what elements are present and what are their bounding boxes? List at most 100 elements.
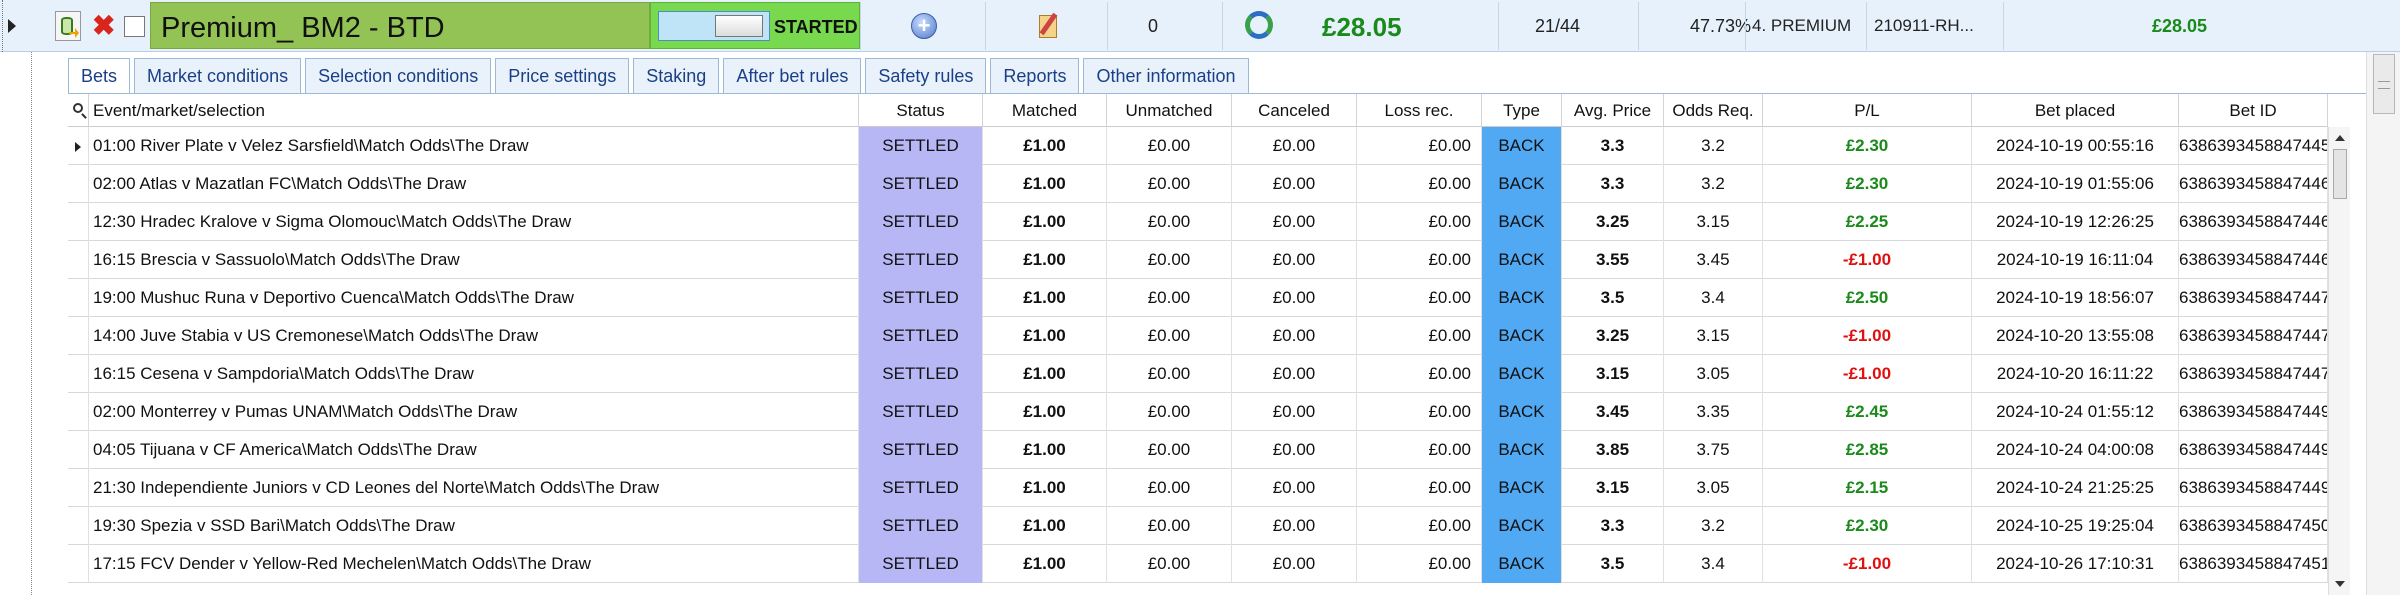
search-icon[interactable] [73,103,83,113]
table-row[interactable]: 01:00 River Plate v Velez Sarsfield\Matc… [68,127,2328,165]
header-status[interactable]: Status [859,94,983,127]
add-icon[interactable]: + [911,13,937,39]
cell-status: SETTLED [859,317,983,355]
cell-bet-id: 638639345884744675 [2179,241,2328,279]
table-row[interactable]: 19:00 Mushuc Runa v Deportivo Cuenca\Mat… [68,279,2328,317]
page-scroll-thumb[interactable] [2373,54,2395,114]
cell-matched: £1.00 [983,241,1107,279]
cell-odds-req: 3.4 [1664,279,1763,317]
tab-price-settings[interactable]: Price settings [495,58,630,94]
table-row[interactable]: 12:30 Hradec Kralove v Sigma Olomouc\Mat… [68,203,2328,241]
table-row[interactable]: 16:15 Cesena v Sampdoria\Match Odds\The … [68,355,2328,393]
cell-bet-placed: 2024-10-24 04:00:08 [1972,431,2179,469]
cell-pl: £2.30 [1763,127,1972,165]
divider [985,2,986,50]
cell-odds-req: 3.05 [1664,469,1763,507]
tab-bets[interactable]: Bets [68,58,131,94]
cell-pl: £2.15 [1763,469,1972,507]
toggle-knob[interactable] [715,15,763,37]
strategy-row[interactable]: ✖ Premium_ BM2 - BTD STARTED + 0 £28.05 … [0,0,2400,52]
cell-avg-price: 3.3 [1562,507,1664,545]
cell-type: BACK [1482,317,1562,355]
cell-matched: £1.00 [983,355,1107,393]
strategy-status-cell[interactable]: STARTED [650,2,860,49]
header-canceled[interactable]: Canceled [1232,94,1357,127]
table-row[interactable]: 21:30 Independiente Juniors v CD Leones … [68,469,2328,507]
cell-loss-rec: £0.00 [1357,241,1482,279]
cell-loss-rec: £0.00 [1357,317,1482,355]
cell-pl: -£1.00 [1763,355,1972,393]
select-checkbox[interactable] [124,16,145,37]
tab-after-bet-rules[interactable]: After bet rules [723,58,862,94]
strategy-profit: £28.05 [1322,12,1402,42]
table-row[interactable]: 04:05 Tijuana v CF America\Match Odds\Th… [68,431,2328,469]
cell-type: BACK [1482,355,1562,393]
tab-other-information[interactable]: Other information [1083,58,1249,94]
header-avg-price[interactable]: Avg. Price [1562,94,1664,127]
tab-reports[interactable]: Reports [990,58,1080,94]
cell-avg-price: 3.3 [1562,127,1664,165]
cell-avg-price: 3.3 [1562,165,1664,203]
cell-bet-placed: 2024-10-24 21:25:25 [1972,469,2179,507]
page-scrollbar[interactable] [2366,52,2400,595]
header-type[interactable]: Type [1482,94,1562,127]
table-row[interactable]: 02:00 Atlas v Mazatlan FC\Match Odds\The… [68,165,2328,203]
database-export-icon[interactable] [55,11,81,41]
divider [1866,2,1867,50]
header-bet-placed[interactable]: Bet placed [1972,94,2179,127]
cell-type: BACK [1482,279,1562,317]
cell-loss-rec: £0.00 [1357,545,1482,583]
cell-canceled: £0.00 [1232,203,1357,241]
cell-canceled: £0.00 [1232,469,1357,507]
expand-arrow-icon[interactable] [8,19,16,33]
delete-icon[interactable]: ✖ [92,12,115,40]
row-indicator [68,355,89,393]
table-row[interactable]: 17:15 FCV Dender v Yellow-Red Mechelen\M… [68,545,2328,583]
tab-staking[interactable]: Staking [633,58,720,94]
header-event[interactable]: Event/market/selection [89,94,859,127]
tab-safety-rules[interactable]: Safety rules [865,58,987,94]
cell-odds-req: 3.15 [1664,203,1763,241]
header-search-cell[interactable] [68,94,89,127]
strategy-name-cell[interactable]: Premium_ BM2 - BTD [150,2,650,49]
row-drag-handle[interactable] [0,0,3,52]
current-row-arrow-icon [75,141,81,152]
cell-event: 16:15 Brescia v Sassuolo\Match Odds\The … [89,241,859,279]
refresh-icon[interactable] [1245,11,1273,39]
cell-matched: £1.00 [983,431,1107,469]
cell-bet-id: 638639345884744955 [2179,393,2328,431]
table-row[interactable]: 14:00 Juve Stabia v US Cremonese\Match O… [68,317,2328,355]
tab-selection-conditions[interactable]: Selection conditions [305,58,492,94]
header-loss-rec[interactable]: Loss rec. [1357,94,1482,127]
table-row[interactable]: 19:30 Spezia v SSD Bari\Match Odds\The D… [68,507,2328,545]
scroll-up-arrow-icon[interactable] [2335,135,2345,141]
start-stop-toggle[interactable] [658,11,770,41]
cell-canceled: £0.00 [1232,241,1357,279]
grid-scrollbar[interactable] [2328,127,2350,595]
header-pl[interactable]: P/L [1763,94,1972,127]
cell-loss-rec: £0.00 [1357,431,1482,469]
table-row[interactable]: 16:15 Brescia v Sassuolo\Match Odds\The … [68,241,2328,279]
cell-loss-rec: £0.00 [1357,127,1482,165]
divider [1638,2,1639,50]
cell-pl: £2.25 [1763,203,1972,241]
row-indicator [68,469,89,507]
tab-market-conditions[interactable]: Market conditions [134,58,302,94]
scroll-thumb[interactable] [2333,149,2347,199]
cell-bet-placed: 2024-10-19 18:56:07 [1972,279,2179,317]
cell-bet-id: 638639345884744706 [2179,279,2328,317]
table-row[interactable]: 02:00 Monterrey v Pumas UNAM\Match Odds\… [68,393,2328,431]
header-unmatched[interactable]: Unmatched [1107,94,1232,127]
cell-bet-id: 638639345884744984 [2179,469,2328,507]
cell-loss-rec: £0.00 [1357,469,1482,507]
header-bet-id[interactable]: Bet ID [2179,94,2328,127]
edit-icon[interactable] [1037,12,1061,40]
cell-event: 19:00 Mushuc Runa v Deportivo Cuenca\Mat… [89,279,859,317]
cell-canceled: £0.00 [1232,393,1357,431]
row-indicator [68,127,89,165]
cell-avg-price: 3.15 [1562,355,1664,393]
scroll-down-arrow-icon[interactable] [2335,581,2345,587]
header-matched[interactable]: Matched [983,94,1107,127]
header-odds-req[interactable]: Odds Req. [1664,94,1763,127]
cell-odds-req: 3.2 [1664,165,1763,203]
